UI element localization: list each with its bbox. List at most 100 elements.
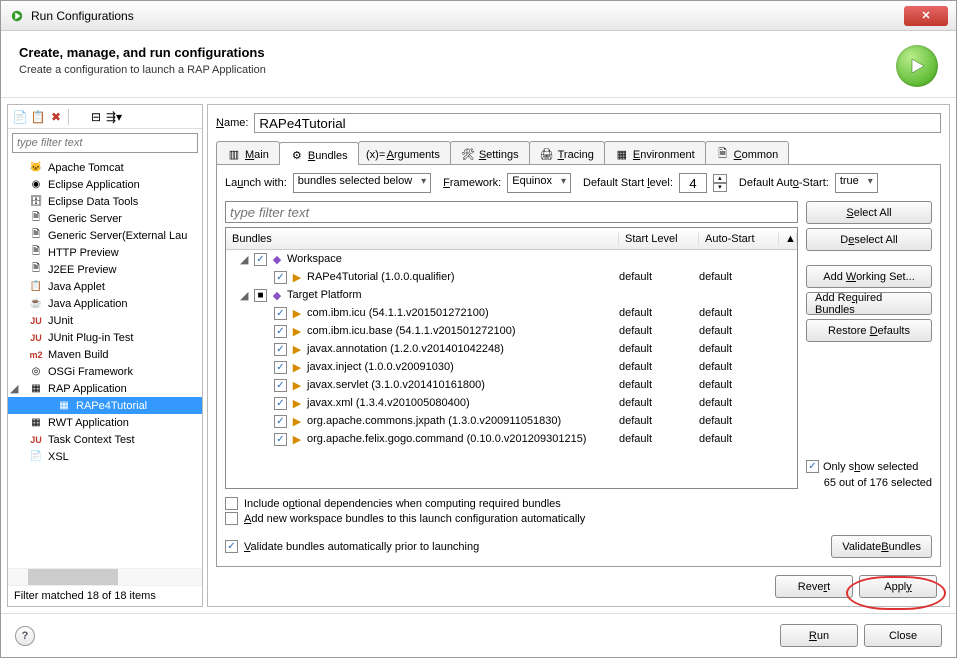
- tree-item-eclipse-application[interactable]: ◉Eclipse Application: [8, 176, 202, 193]
- checkbox-icon[interactable]: ■: [254, 289, 267, 302]
- tree-item-j2ee-preview[interactable]: 🗎J2EE Preview: [8, 261, 202, 278]
- close-icon[interactable]: ✕: [904, 6, 948, 26]
- help-icon[interactable]: ?: [15, 626, 35, 646]
- collapse-icon[interactable]: ⊟: [88, 109, 104, 125]
- tab-common[interactable]: 🗎Common: [705, 141, 790, 164]
- tree-item-rwt-application[interactable]: ▦RWT Application: [8, 414, 202, 431]
- chevron-down-icon[interactable]: ◢: [240, 253, 252, 266]
- tree-item-java-applet[interactable]: 📋Java Applet: [8, 278, 202, 295]
- bundle-row[interactable]: ▶org.apache.felix.gogo.command (0.10.0.v…: [226, 430, 797, 448]
- filter-menu-icon[interactable]: ⇶▾: [106, 109, 122, 125]
- bundle-row[interactable]: ▶javax.inject (1.0.0.v20091030)defaultde…: [226, 358, 797, 376]
- tree-item-generic-server[interactable]: 🗎Generic Server: [8, 210, 202, 227]
- tree-item-label: Java Applet: [48, 281, 105, 293]
- bundle-row[interactable]: ▶javax.annotation (1.2.0.v201401042248)d…: [226, 340, 797, 358]
- tab-tracing[interactable]: 🖨Tracing: [529, 141, 605, 164]
- tree-item-label: JUnit Plug-in Test: [48, 332, 133, 344]
- bundle-row[interactable]: ◢◆Workspace: [226, 250, 797, 268]
- only-show-selected-check[interactable]: Only show selected: [806, 460, 932, 473]
- col-start-level[interactable]: Start Level: [619, 233, 699, 245]
- new-config-icon[interactable]: 📄: [12, 109, 28, 125]
- config-tree[interactable]: 🐱Apache Tomcat◉Eclipse Application🗄Eclip…: [8, 157, 202, 568]
- auto-start-cell: default: [699, 343, 779, 355]
- bundle-row[interactable]: ◢■◆Target Platform: [226, 286, 797, 304]
- tab-settings[interactable]: 🛠Settings: [450, 141, 530, 164]
- auto-start-select[interactable]: true: [835, 173, 878, 193]
- checkbox-icon[interactable]: [254, 253, 267, 266]
- checkbox-icon: [806, 460, 819, 473]
- apply-button[interactable]: Apply: [859, 575, 937, 598]
- launch-with-select[interactable]: bundles selected below: [293, 173, 431, 193]
- tree-item-label: RAP Application: [48, 383, 127, 395]
- validate-auto-check[interactable]: Validate bundles automatically prior to …: [225, 540, 479, 553]
- bundle-label: Target Platform: [287, 289, 362, 301]
- close-button[interactable]: Close: [864, 624, 942, 647]
- validate-bundles-button[interactable]: Validate Bundles: [831, 535, 932, 558]
- deselect-all-button[interactable]: Deselect All: [806, 228, 932, 251]
- col-auto-start[interactable]: Auto-Start: [699, 233, 779, 245]
- start-level-cell: default: [619, 415, 699, 427]
- name-input[interactable]: [254, 113, 941, 133]
- duplicate-icon[interactable]: 📋: [30, 109, 46, 125]
- chevron-down-icon[interactable]: ◢: [10, 382, 22, 395]
- include-optional-check[interactable]: Include optional dependencies when compu…: [225, 497, 932, 510]
- run-button[interactable]: Run: [780, 624, 858, 647]
- tab-main[interactable]: ▥Main: [216, 141, 280, 164]
- tree-item-junit[interactable]: JUJUnit: [8, 312, 202, 329]
- bundle-row[interactable]: ▶com.ibm.icu.base (54.1.1.v201501272100)…: [226, 322, 797, 340]
- bundle-row[interactable]: ▶com.ibm.icu (54.1.1.v201501272100)defau…: [226, 304, 797, 322]
- tree-item-java-application[interactable]: ☕ Java Application: [8, 295, 202, 312]
- checkbox-icon[interactable]: [274, 325, 287, 338]
- bundle-row[interactable]: ▶javax.servlet (3.1.0.v201410161800)defa…: [226, 376, 797, 394]
- checkbox-icon[interactable]: [274, 361, 287, 374]
- tree-item-eclipse-data-tools[interactable]: 🗄Eclipse Data Tools: [8, 193, 202, 210]
- select-all-button[interactable]: Select All: [806, 201, 932, 224]
- checkbox-icon[interactable]: [274, 379, 287, 392]
- tree-item-generic-server-external-lau[interactable]: 🗎Generic Server(External Lau: [8, 227, 202, 244]
- bundle-row[interactable]: ▶org.apache.commons.jxpath (1.3.0.v20091…: [226, 412, 797, 430]
- eclipse-icon: ◉: [28, 177, 44, 193]
- bundle-filter-input[interactable]: [225, 201, 798, 223]
- java-icon: ☕: [28, 296, 44, 312]
- tree-item-junit-plug-in-test[interactable]: JUJUnit Plug-in Test: [8, 329, 202, 346]
- tab-environment[interactable]: ▦Environment: [604, 141, 706, 164]
- bundle-icon: ▶: [289, 433, 305, 446]
- checkbox-icon[interactable]: [274, 307, 287, 320]
- tree-item-rap-application[interactable]: ◢▦RAP Application: [8, 380, 202, 397]
- checkbox-icon[interactable]: [274, 271, 287, 284]
- table-scrollbar[interactable]: ▲: [779, 233, 797, 245]
- tree-item-task-context-test[interactable]: JUTask Context Test: [8, 431, 202, 448]
- framework-select[interactable]: Equinox: [507, 173, 571, 193]
- bundle-row[interactable]: ▶javax.xml (1.3.4.v201005080400)defaultd…: [226, 394, 797, 412]
- bundle-row[interactable]: ▶RAPe4Tutorial (1.0.0.qualifier)defaultd…: [226, 268, 797, 286]
- col-bundles[interactable]: Bundles: [226, 233, 619, 245]
- bundle-icon: ▶: [289, 397, 305, 410]
- add-workspace-check[interactable]: Add new workspace bundles to this launch…: [225, 512, 932, 525]
- checkbox-icon[interactable]: [274, 343, 287, 356]
- tree-item-label: Java Application: [48, 298, 128, 310]
- start-level-spinner[interactable]: ▴▾: [713, 174, 727, 192]
- revert-button[interactable]: Revert: [775, 575, 853, 598]
- tab-arguments[interactable]: (x)=Arguments: [358, 141, 451, 164]
- tree-item-xsl[interactable]: 📄XSL: [8, 448, 202, 465]
- bundle-icon: ▶: [289, 361, 305, 374]
- checkbox-icon[interactable]: [274, 433, 287, 446]
- tree-item-apache-tomcat[interactable]: 🐱Apache Tomcat: [8, 159, 202, 176]
- tree-item-http-preview[interactable]: 🗎HTTP Preview: [8, 244, 202, 261]
- tree-item-rape4tutorial[interactable]: ▦RAPe4Tutorial: [8, 397, 202, 414]
- checkbox-icon[interactable]: [274, 397, 287, 410]
- tree-item-maven-build[interactable]: m2Maven Build: [8, 346, 202, 363]
- checkbox-icon[interactable]: [274, 415, 287, 428]
- add-working-set-button[interactable]: Add Working Set...: [806, 265, 932, 288]
- tree-item-label: XSL: [48, 451, 69, 463]
- titlebar: Run Configurations ✕: [1, 1, 956, 31]
- horizontal-scrollbar[interactable]: [8, 568, 202, 585]
- tree-item-osgi-framework[interactable]: ◎OSGi Framework: [8, 363, 202, 380]
- delete-icon[interactable]: ✖: [48, 109, 64, 125]
- add-required-button[interactable]: Add Required Bundles: [806, 292, 932, 315]
- chevron-down-icon[interactable]: ◢: [240, 289, 252, 302]
- restore-defaults-button[interactable]: Restore Defaults: [806, 319, 932, 342]
- tree-filter-input[interactable]: [12, 133, 198, 153]
- tab-bundles[interactable]: ⚙Bundles: [279, 142, 359, 165]
- start-level-input[interactable]: [679, 173, 707, 193]
